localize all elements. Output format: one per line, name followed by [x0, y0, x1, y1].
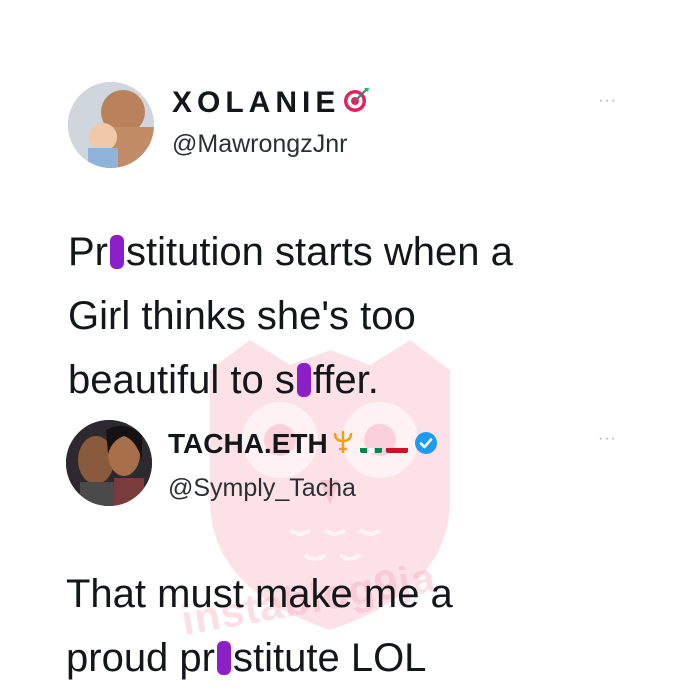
tweet-text-line: That must make me a [66, 572, 453, 616]
censor-bar [296, 363, 311, 397]
avatar[interactable] [68, 82, 154, 168]
trident-icon [330, 429, 356, 462]
tweet-text-line: Girl thinks she's too [68, 294, 416, 338]
target-icon [342, 86, 370, 122]
censor-bar [216, 641, 231, 675]
more-options-icon[interactable]: ··· [598, 430, 617, 448]
display-name: XOLANIE [172, 86, 370, 122]
verified-badge-icon [414, 430, 438, 462]
censor-bar [110, 235, 124, 269]
display-name: TACHA.ETH [168, 428, 438, 462]
tweet-text-line: Pr stitution starts when a [68, 230, 513, 274]
ghana-flag-icon [385, 438, 408, 454]
avatar[interactable] [66, 420, 152, 506]
tweet-quote[interactable]: TACHA.ETH @Symply_Tacha ··· That must ma… [0, 410, 685, 690]
tweet-text-line: proud pr stitute LOL [66, 636, 427, 680]
nigeria-flag-icon [359, 438, 382, 454]
tweet-text-line: beautiful to s ffer. [68, 358, 379, 402]
tweet-original[interactable]: XOLANIE @MawrongzJnr ··· Pr stitution sta… [0, 0, 685, 410]
handle[interactable]: @Symply_Tacha [168, 474, 356, 503]
handle[interactable]: @MawrongzJnr [172, 130, 347, 159]
more-options-icon[interactable]: ··· [598, 92, 617, 110]
